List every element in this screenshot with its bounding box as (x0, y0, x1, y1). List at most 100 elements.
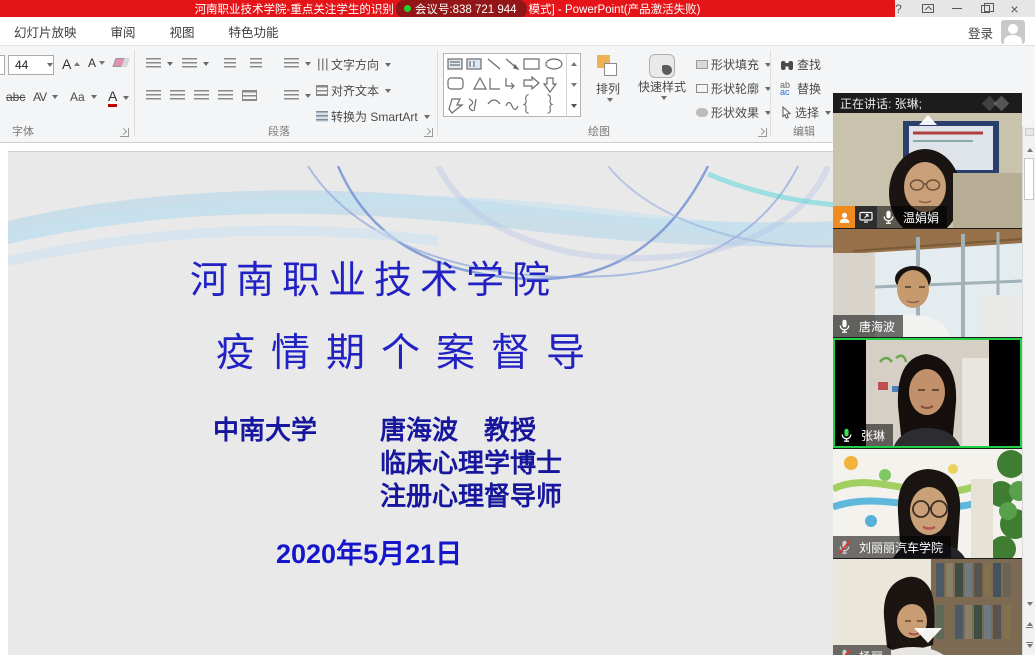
help-button[interactable]: ? (884, 0, 913, 17)
text-direction-button[interactable]: 文字方向 (316, 56, 391, 73)
quick-styles-icon (649, 54, 675, 78)
sign-in-link[interactable]: 登录 (968, 23, 993, 42)
shapes-scroll-up[interactable] (567, 54, 580, 75)
bullets-button[interactable] (146, 58, 173, 69)
split-handle[interactable] (1025, 128, 1034, 136)
tab-slideshow[interactable]: 幻灯片放映 (14, 22, 77, 41)
participant-tile-wenjuanjuan[interactable]: 温娟娟 (833, 113, 1022, 228)
ribbon-display-options-button[interactable] (913, 0, 942, 17)
meeting-floating-bar[interactable]: 会议号:838 721 944 (396, 0, 527, 18)
slide-org: 中南大学 (213, 410, 317, 447)
strikethrough-button[interactable]: abc (6, 90, 25, 104)
align-text-button[interactable]: 对齐文本 (316, 82, 391, 99)
close-button[interactable]: × (1000, 0, 1029, 17)
slide-date: 2020年5月21日 (276, 532, 462, 571)
align-right-button[interactable] (194, 90, 209, 101)
screen-share-icon (855, 206, 877, 228)
ribbon-tab-row: 幻灯片放映 审阅 视图 特色功能 登录 (0, 17, 1035, 46)
align-text-icon (316, 85, 328, 96)
previous-slide-button[interactable] (1023, 616, 1035, 634)
shape-fill-icon (696, 60, 708, 69)
participant-tile-zhanglin-active[interactable]: 张琳 (833, 338, 1022, 448)
eraser-icon (112, 58, 129, 67)
character-spacing-button[interactable]: AV (33, 90, 58, 104)
find-button[interactable]: 查找 (780, 56, 821, 73)
shape-icons (444, 54, 566, 116)
account-avatar[interactable] (1001, 20, 1025, 44)
slide-presenter: 唐海波 教授 (380, 410, 536, 447)
collapse-panel-arrow-icon[interactable] (919, 115, 937, 125)
align-center-icon (170, 90, 185, 101)
font-dialog-launcher[interactable] (120, 128, 129, 137)
shrink-font-button[interactable]: A (88, 56, 105, 70)
align-center-button[interactable] (170, 90, 185, 101)
scroll-more-participants-arrow-icon[interactable] (914, 628, 942, 643)
paragraph-group-label: 段落 (268, 123, 290, 139)
participant-tile-tanghaibo[interactable]: 唐海波 (833, 229, 1022, 337)
shape-outline-button[interactable]: 形状轮廓 (696, 80, 771, 97)
change-case-button[interactable]: Aa (70, 90, 97, 104)
restore-button[interactable] (971, 0, 1000, 17)
participant-tile-liulili[interactable]: 刘丽丽汽车学院 (833, 449, 1022, 558)
shape-fill-button[interactable]: 形状填充 (696, 56, 771, 73)
line-spacing-button[interactable] (284, 58, 311, 69)
font-group-label: 字体 (12, 123, 34, 139)
shape-effects-button[interactable]: 形状效果 (696, 104, 771, 121)
increase-indent-icon (250, 58, 262, 69)
align-right-icon (194, 90, 209, 101)
shapes-scroll-down[interactable] (567, 75, 580, 96)
numbering-icon (182, 58, 197, 69)
close-icon: × (1010, 2, 1018, 16)
text-direction-icon (317, 59, 328, 71)
justify-button[interactable] (218, 90, 233, 101)
tab-view[interactable]: 视图 (170, 22, 195, 41)
clear-formatting-button[interactable] (114, 58, 128, 67)
replace-icon: abac (780, 82, 794, 96)
justify-icon (218, 90, 233, 101)
numbering-button[interactable] (182, 58, 209, 69)
ribbon-display-icon (922, 4, 934, 13)
scroll-up-button[interactable] (1023, 142, 1035, 157)
font-size-combo[interactable]: 44 (8, 55, 54, 75)
minimize-button[interactable] (942, 0, 971, 17)
shapes-gallery-more[interactable] (567, 95, 580, 116)
editing-group-label: 编辑 (793, 123, 815, 139)
font-color-button[interactable]: A (108, 88, 129, 107)
convert-smartart-button[interactable]: 转换为 SmartArt (316, 108, 430, 125)
slide-scrollbar[interactable] (1022, 126, 1035, 655)
grow-font-button[interactable]: A (62, 56, 80, 72)
replace-button[interactable]: abac 替换 (780, 80, 821, 97)
align-left-button[interactable] (146, 90, 161, 101)
shapes-gallery[interactable] (443, 53, 581, 117)
scroll-thumb[interactable] (1024, 158, 1034, 200)
tab-review[interactable]: 审阅 (111, 22, 136, 41)
meeting-id-label: 会议号:838 721 944 (415, 1, 517, 17)
scroll-down-button[interactable] (1023, 596, 1035, 611)
line-spacing-icon (284, 58, 299, 69)
restore-icon (981, 5, 990, 13)
distribute-icon (242, 90, 257, 101)
quick-styles-button[interactable]: 快速样式 (634, 54, 690, 100)
drawing-dialog-launcher[interactable] (758, 128, 767, 137)
paragraph-dialog-launcher[interactable] (424, 128, 433, 137)
arrange-button[interactable]: 排列 (590, 54, 626, 102)
select-button[interactable]: 选择 (780, 104, 831, 121)
decrease-indent-button[interactable] (224, 58, 236, 69)
columns-button[interactable] (284, 90, 311, 101)
participant-name: 温娟娟 (899, 209, 947, 226)
title-bar: 河南职业技术学院-重点关注学生的识别 会议号:838 721 944 模式] -… (0, 0, 1035, 17)
distribute-button[interactable] (242, 90, 257, 101)
slide-title-line2: 疫情期个案督导 (216, 322, 601, 378)
next-slide-button[interactable] (1023, 636, 1035, 654)
participant-name: 张琳 (857, 427, 893, 444)
font-name-combo-cropped[interactable] (0, 55, 5, 75)
title-bar-red: 河南职业技术学院-重点关注学生的识别 会议号:838 721 944 模式] -… (0, 0, 895, 17)
tab-special-features[interactable]: 特色功能 (229, 22, 279, 41)
mic-on-icon (833, 315, 855, 337)
bullets-icon (146, 58, 161, 69)
grow-font-icon (74, 62, 80, 66)
meeting-logo-icon (976, 95, 1016, 111)
align-left-icon (146, 90, 161, 101)
increase-indent-button[interactable] (250, 58, 262, 69)
mic-on-icon (877, 206, 899, 228)
